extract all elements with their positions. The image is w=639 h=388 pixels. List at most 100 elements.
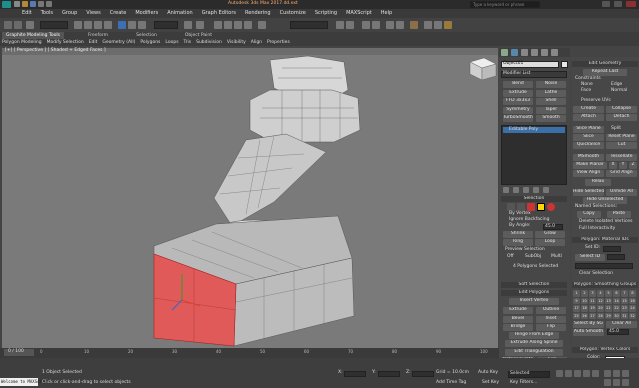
collapse-button[interactable]: Collapse	[606, 106, 637, 113]
smoothing-group-18[interactable]: 18	[581, 305, 588, 312]
modifier-button-extrude[interactable]: Extrude	[503, 89, 533, 97]
smoothing-group-11[interactable]: 11	[589, 297, 596, 304]
app-logo-icon[interactable]	[2, 1, 11, 8]
smoothing-group-27[interactable]: 27	[589, 312, 596, 319]
ribbon-tab-selection[interactable]: Selection	[132, 32, 161, 39]
key-mode-dropdown[interactable]: Selected	[508, 371, 550, 378]
element-level-icon[interactable]	[547, 203, 555, 211]
grow-button[interactable]: Grow	[535, 231, 565, 238]
constraint-normal-radio[interactable]: Normal	[611, 88, 627, 94]
shrink-button[interactable]: Shrink	[503, 231, 533, 238]
make-unique-icon[interactable]	[523, 187, 529, 193]
set-key-button[interactable]: Set Key	[482, 380, 499, 386]
viewcube-icon[interactable]	[469, 57, 497, 81]
ribbon-subtab-subdivision[interactable]: Subdivision	[196, 39, 222, 46]
selection-filter-dropdown[interactable]	[40, 21, 68, 29]
edge-level-icon[interactable]	[517, 203, 525, 211]
inset-button[interactable]: Inset	[536, 315, 566, 323]
ribbon-subtab-modify-selection[interactable]: Modify Selection	[47, 39, 84, 46]
relax-button[interactable]: Relax	[585, 179, 611, 186]
smoothing-group-32[interactable]: 32	[629, 312, 636, 319]
hinge-from-edge-button[interactable]: Hinge From Edge	[509, 332, 559, 339]
ribbon-subtab-polygon-modeling[interactable]: Polygon Modeling	[2, 39, 42, 46]
zoom-all-icon[interactable]	[613, 370, 620, 377]
set-id-spinner[interactable]	[603, 246, 621, 252]
object-color-swatch[interactable]	[561, 61, 568, 68]
time-slider[interactable]: 0 / 100	[4, 349, 34, 356]
cut-button[interactable]: Cut	[606, 142, 637, 149]
create-button[interactable]: Create	[573, 106, 604, 113]
ring-button[interactable]: Ring	[503, 239, 533, 246]
display-tab-icon[interactable]	[541, 49, 548, 56]
split-checkbox[interactable]: Split	[611, 126, 621, 132]
modifier-button-symmetry[interactable]: Symmetry	[503, 106, 533, 114]
rendered-frame-window-icon[interactable]	[434, 21, 442, 29]
preview-multi-radio[interactable]: Multi	[551, 254, 562, 260]
hide-unselected-button[interactable]: Hide Unselected	[583, 197, 627, 204]
menu-item-views[interactable]: Views	[86, 10, 100, 16]
menu-item-help[interactable]: Help	[381, 10, 392, 16]
modifier-button-lathe[interactable]: Lathe	[536, 89, 566, 97]
menu-item-rendering[interactable]: Rendering	[245, 10, 271, 16]
x-button[interactable]: X	[609, 162, 617, 169]
create-tab-icon[interactable]	[501, 49, 508, 56]
menu-item-scripting[interactable]: Scripting	[315, 10, 337, 16]
edit-triangulation-button[interactable]: Edit Triangulation	[505, 349, 563, 356]
smoothing-group-15[interactable]: 15	[621, 297, 628, 304]
smoothing-group-14[interactable]: 14	[613, 297, 620, 304]
border-level-icon[interactable]	[527, 203, 535, 211]
z-coord-field[interactable]	[412, 371, 434, 377]
key-filters-button[interactable]: Key Filters...	[510, 380, 537, 386]
next-frame-icon[interactable]	[583, 370, 590, 377]
remove-modifier-icon[interactable]	[533, 187, 539, 193]
zoom-icon[interactable]	[604, 370, 611, 377]
pan-icon[interactable]	[604, 379, 611, 386]
menu-item-customize[interactable]: Customize	[280, 10, 306, 16]
preview-off-radio[interactable]: Off	[507, 254, 514, 260]
smoothing-group-16[interactable]: 16	[629, 297, 636, 304]
modifier-button-taper[interactable]: Taper	[536, 106, 566, 114]
view-align-button[interactable]: View Align	[573, 170, 604, 177]
go-to-start-icon[interactable]	[556, 370, 563, 377]
select-object-icon[interactable]	[74, 21, 82, 29]
y-coord-field[interactable]	[378, 371, 400, 377]
orbit-icon[interactable]	[613, 379, 620, 386]
menu-item-create[interactable]: Create	[110, 10, 127, 16]
redo-icon[interactable]	[46, 1, 52, 7]
perspective-viewport[interactable]: [+] [ Perspective ] [ Shaded + Edged Fac…	[2, 48, 498, 348]
smoothing-group-29[interactable]: 29	[605, 312, 612, 319]
smoothing-group-19[interactable]: 19	[589, 305, 596, 312]
z-button[interactable]: Z	[629, 162, 637, 169]
smoothing-group-31[interactable]: 31	[621, 312, 628, 319]
scale-icon[interactable]	[138, 21, 146, 29]
render-production-icon[interactable]	[444, 21, 452, 29]
select-manipulate-icon[interactable]	[196, 21, 204, 29]
spinner-snap-icon[interactable]	[244, 21, 252, 29]
smoothing-group-20[interactable]: 20	[597, 305, 604, 312]
modifier-button-turbosmooth[interactable]: TurboSmooth	[503, 115, 533, 122]
selection-rollout-header[interactable]: Selection	[501, 196, 567, 202]
ribbon-subtab-align[interactable]: Align	[251, 39, 262, 46]
constraint-face-radio[interactable]: Face	[581, 88, 591, 94]
smoothing-group-22[interactable]: 22	[613, 305, 620, 312]
repeat-last-button[interactable]: Repeat Last	[583, 69, 627, 76]
edit-polygons-rollout[interactable]: Edit Polygons	[501, 290, 567, 296]
smoothing-groups-rollout[interactable]: Polygon: Smoothing Groups	[572, 282, 638, 288]
named-selection-sets-icon[interactable]	[258, 21, 266, 29]
extrude-button[interactable]: Extrude	[503, 307, 533, 314]
detach-button[interactable]: Detach	[606, 114, 637, 121]
smoothing-group-17[interactable]: 17	[573, 305, 580, 312]
ribbon-tab-graphite-modeling-tools[interactable]: Graphite Modeling Tools	[2, 32, 65, 39]
ribbon-tab-freeform[interactable]: Freeform	[84, 32, 112, 39]
smoothing-group-13[interactable]: 13	[605, 297, 612, 304]
show-end-result-icon[interactable]	[513, 187, 519, 193]
reset-plane-button[interactable]: Reset Plane	[606, 134, 637, 141]
modifier-button-bend[interactable]: Bend	[503, 81, 533, 88]
ribbon-subtab-tris[interactable]: Tris	[184, 39, 192, 46]
smoothing-group-24[interactable]: 24	[629, 305, 636, 312]
smoothing-group-6[interactable]: 6	[613, 290, 620, 297]
quickslice-button[interactable]: QuickSlice	[573, 142, 604, 149]
undo-icon[interactable]	[4, 21, 12, 29]
menu-item-maxscript[interactable]: MAXScript	[346, 10, 372, 16]
y-button[interactable]: Y	[619, 162, 627, 169]
